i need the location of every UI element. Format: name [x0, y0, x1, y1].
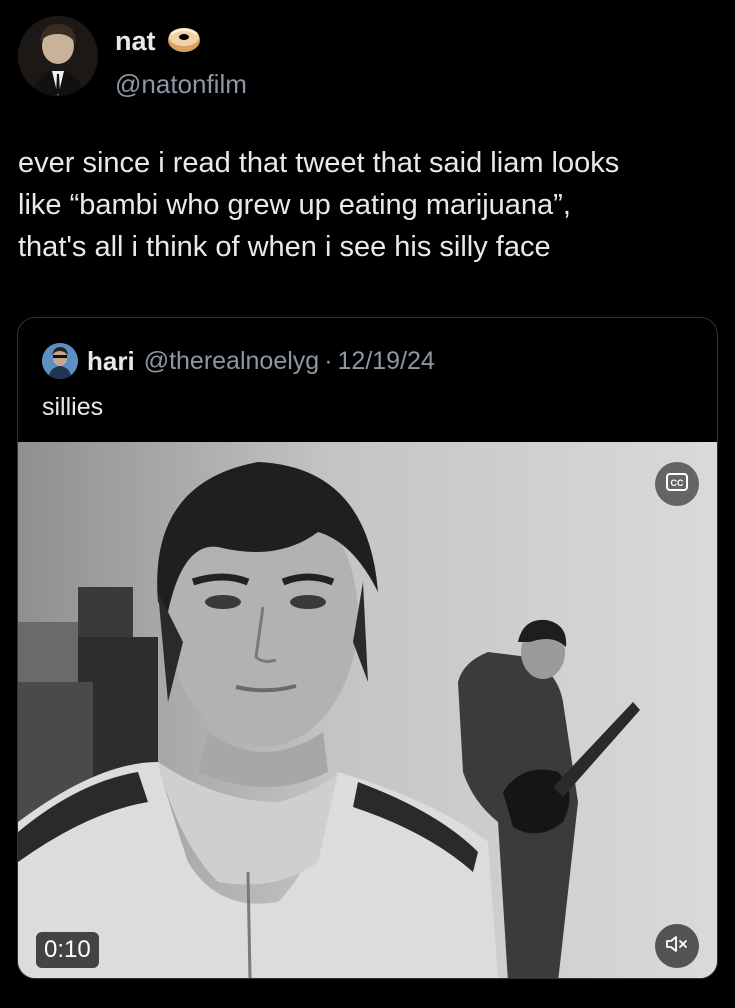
quoted-author-avatar[interactable]	[42, 343, 78, 379]
svg-text:CC: CC	[671, 478, 684, 488]
quoted-author-display-name[interactable]: hari	[87, 346, 135, 377]
mute-toggle-button[interactable]	[655, 924, 699, 968]
quoted-tweet-header: hari @therealnoelyg · 12/19/24	[42, 342, 435, 380]
author-name-row: nat	[115, 24, 202, 59]
meta-separator: ·	[324, 346, 333, 375]
author-handle[interactable]: @natonfilm	[115, 69, 247, 100]
quoted-tweet-card[interactable]: hari @therealnoelyg · 12/19/24 sillies C…	[17, 317, 718, 979]
author-display-name[interactable]: nat	[115, 26, 156, 57]
video-player[interactable]: CC 0:10	[18, 442, 717, 978]
cc-icon: CC	[666, 472, 688, 496]
author-avatar[interactable]	[18, 16, 98, 96]
tweet-text-line: ever since i read that tweet that said l…	[18, 147, 620, 179]
tweet-text-line: that's all i think of when i see his sil…	[18, 231, 551, 263]
video-frame	[18, 442, 717, 978]
quoted-tweet-date[interactable]: 12/19/24	[338, 347, 435, 376]
tweet-text-line: like “bambi who grew up eating marijuana…	[18, 189, 571, 221]
bagel-emoji-icon	[166, 24, 202, 59]
captions-button[interactable]: CC	[655, 462, 699, 506]
video-duration-badge: 0:10	[36, 932, 99, 968]
tweet-text: ever since i read that tweet that said l…	[18, 142, 718, 268]
tweet-header: nat @natonfilm	[18, 14, 718, 100]
muted-speaker-icon	[665, 934, 689, 959]
quoted-author-handle[interactable]: @therealnoelyg	[144, 347, 320, 376]
quoted-tweet-text: sillies	[42, 393, 104, 421]
